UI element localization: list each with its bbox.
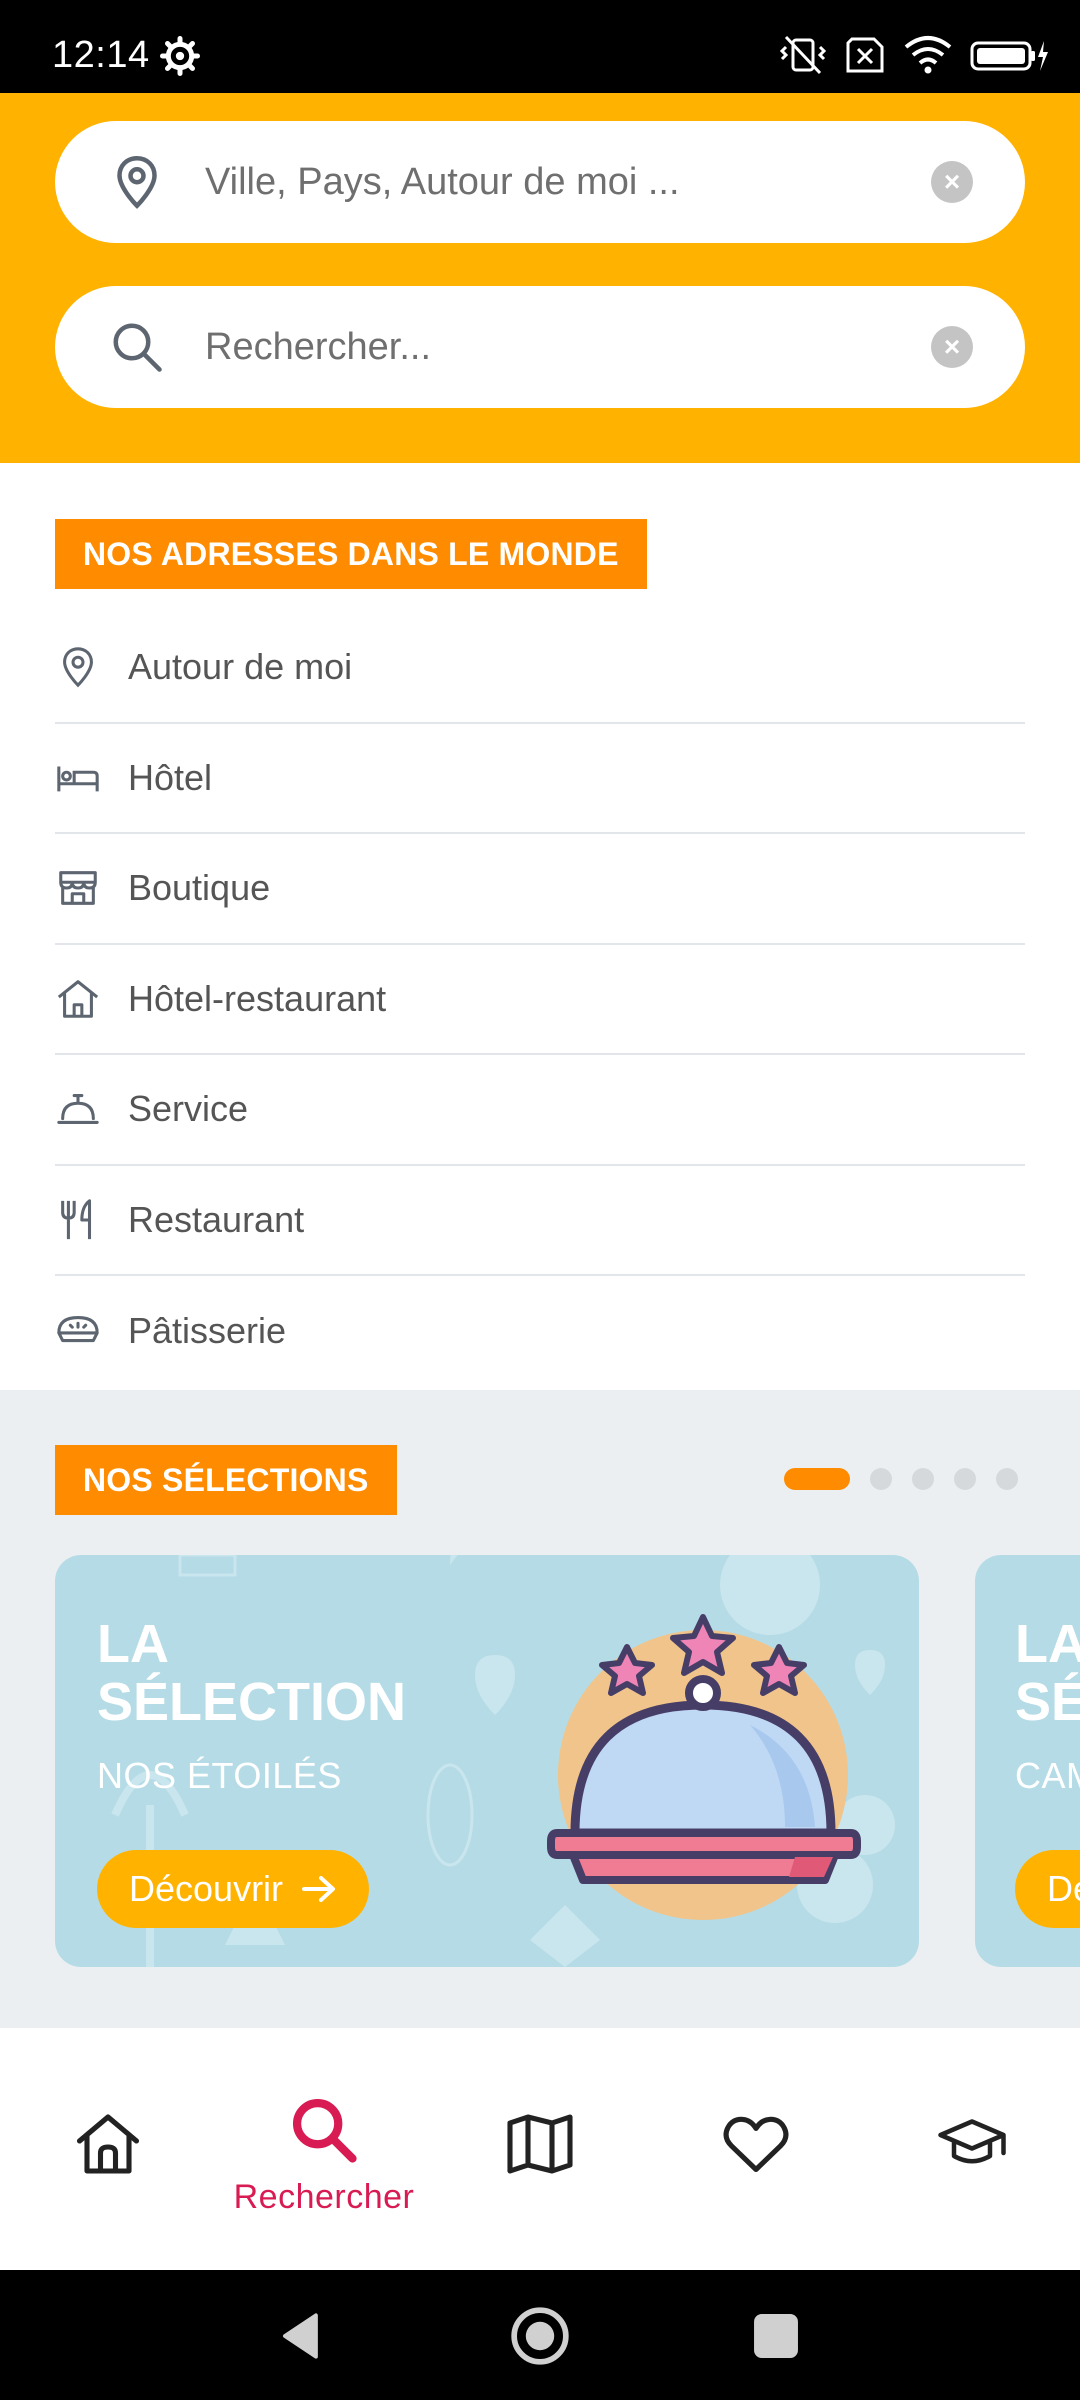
category-label: Service [128,1088,249,1130]
pager-dot[interactable] [954,1468,976,1490]
category-boutique[interactable]: Boutique [55,834,1025,945]
pager-dot[interactable] [870,1468,892,1490]
bottom-navigation: Rechercher [0,2028,1080,2270]
service-bell-icon [57,1094,99,1125]
category-hotel[interactable]: Hôtel [55,724,1025,834]
category-restaurant[interactable]: Restaurant [55,1166,1025,1276]
status-time: 12:14 [52,34,150,76]
selection-card-starred[interactable]: LA SÉLECTION NOS ÉTOILÉS Découvrir [55,1555,919,1967]
category-list: Autour de moi Hôtel Boutique Hôtel-resta… [55,613,1025,1387]
arrow-right-icon [302,1876,336,1902]
home-icon [76,2114,140,2174]
selections-section: NOS SÉLECTIONS LA SÉLECTION NOS ÉTOILÉS … [0,1390,1080,2028]
pie-icon [57,1316,99,1343]
nav-home[interactable] [0,2028,216,2270]
search-header: × × [0,93,1080,463]
selection-card-next[interactable]: LA SÉ CAM Dé [975,1555,1080,1967]
no-sim-icon [846,37,884,73]
category-label: Restaurant [128,1198,305,1240]
store-icon [59,871,97,906]
battery-charging-icon [970,41,1048,71]
system-navigation-bar [0,2270,1080,2400]
addresses-section: NOS ADRESSES DANS LE MONDE Autour de moi… [0,463,1080,1390]
category-label: Hôtel-restaurant [128,977,387,1019]
card-title: LA SÉ [1015,1615,1080,1731]
location-search-bar[interactable]: × [55,121,1025,243]
discover-button[interactable]: Dé [1015,1850,1080,1928]
category-around-me[interactable]: Autour de moi [55,613,1025,724]
discover-button-label: Découvrir [129,1868,284,1909]
fork-knife-icon [61,1199,92,1239]
location-pin-icon [117,155,157,209]
search-icon [292,2098,357,2163]
search-input[interactable] [205,314,945,380]
category-label: Autour de moi [128,646,353,688]
close-icon: × [943,331,961,362]
pager-dot-active[interactable] [784,1468,850,1490]
cloche-stars-illustration [547,1614,861,1920]
location-pin-icon [63,647,93,688]
addresses-title: NOS ADRESSES DANS LE MONDE [55,519,647,589]
category-service[interactable]: Service [55,1055,1025,1166]
discover-button-label: Dé [1047,1868,1080,1909]
bed-icon [57,766,99,792]
nav-search[interactable]: Rechercher [216,2028,432,2270]
heart-icon [723,2116,789,2173]
back-icon[interactable] [272,2305,334,2367]
category-patisserie[interactable]: Pâtisserie [55,1276,1025,1387]
selections-title: NOS SÉLECTIONS [55,1445,397,1515]
card-title: LA SÉLECTION [97,1615,497,1731]
status-bar: 12:14 [0,0,1080,93]
card-subtitle: CAM [1015,1755,1080,1796]
card-title-line1: LA [97,1614,169,1674]
gear-icon [160,36,200,76]
nav-favorites[interactable] [648,2028,864,2270]
card-title-line2: SÉ [1015,1672,1080,1732]
graduation-cap-icon [938,2119,1006,2164]
search-icon [113,323,162,372]
nav-academy[interactable] [864,2028,1080,2270]
category-label: Pâtisserie [128,1310,287,1352]
close-icon: × [943,166,961,197]
keyword-search-bar[interactable]: × [55,286,1025,408]
category-label: Boutique [128,867,271,909]
pager-dot[interactable] [996,1468,1018,1490]
nav-search-label: Rechercher [233,2178,415,2216]
status-icons [780,32,1050,78]
nav-map[interactable] [432,2028,648,2270]
card-title-line1: LA [1015,1614,1080,1674]
card-title-line2: SÉLECTION [97,1672,407,1732]
discover-button[interactable]: Découvrir [97,1850,370,1928]
recents-icon[interactable] [745,2305,807,2367]
home-circle-icon[interactable] [509,2305,571,2367]
clear-search-button[interactable]: × [931,326,973,368]
category-hotel-restaurant[interactable]: Hôtel-restaurant [55,945,1025,1055]
category-label: Hôtel [128,756,213,798]
house-icon [57,979,99,1018]
card-subtitle: NOS ÉTOILÉS [97,1755,342,1796]
muted-vibrate-icon [780,35,826,75]
clear-location-button[interactable]: × [931,161,973,203]
pager-dot[interactable] [912,1468,934,1490]
wifi-icon [904,36,952,74]
map-icon [507,2114,573,2174]
location-input[interactable] [205,149,945,215]
carousel-pager [784,1468,1018,1490]
